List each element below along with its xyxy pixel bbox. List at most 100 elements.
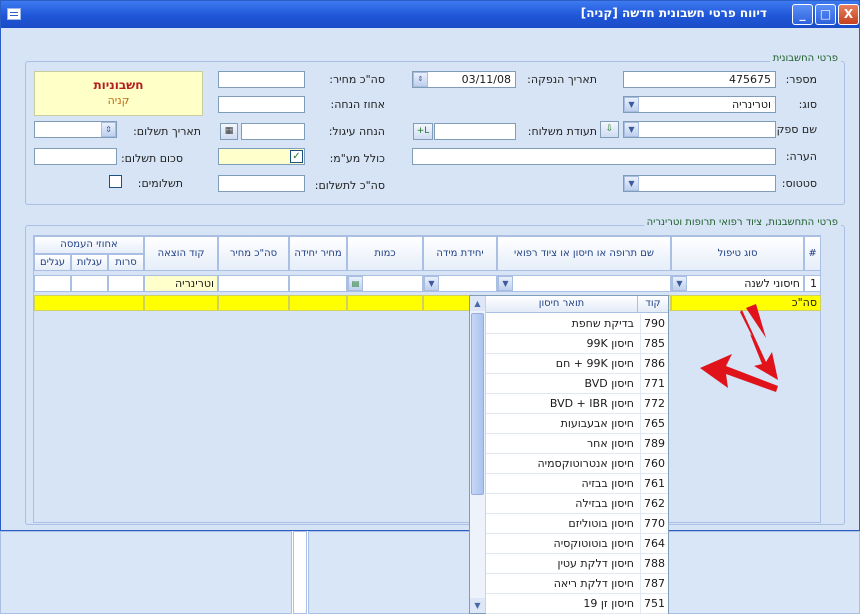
total-price-field[interactable] (218, 71, 305, 88)
option-code: 786 (640, 354, 668, 373)
chevron-down-icon[interactable]: ▼ (498, 276, 513, 291)
dropdown-option[interactable]: 760 חיסון אנטרוטוקסמיה (486, 454, 668, 474)
unit-price-cell[interactable] (289, 275, 347, 292)
status-select[interactable]: ▼ (623, 175, 776, 192)
chevron-down-icon[interactable]: ▼ (672, 276, 687, 291)
vaccine-dropdown[interactable]: ▲ ▼ קוד תואר חיסון 790 בדיקת שחפת 785 חיסון… (469, 295, 669, 614)
option-desc: חיסון בוטוליזם (568, 517, 634, 530)
dropdown-option[interactable]: 785 חיסון 99K (486, 334, 668, 354)
dropdown-option[interactable]: 790 בדיקת שחפת (486, 314, 668, 334)
col-drug-name[interactable]: שם תרופה או חיסון או ציוד רפואי (497, 236, 671, 271)
scroll-down-icon[interactable]: ▼ (470, 598, 485, 613)
dropdown-option[interactable]: 788 חיסון דלקת עטין (486, 554, 668, 574)
status-box-subtitle: קניה (107, 94, 130, 107)
bottom-splitter[interactable] (293, 531, 307, 614)
dropdown-option[interactable]: 761 חיסון בבזיה (486, 474, 668, 494)
unit-cell[interactable]: ▼ (423, 275, 497, 292)
option-code: 787 (640, 574, 668, 593)
invoice-number-field[interactable]: 475675 (623, 71, 776, 88)
discount-pct-field[interactable] (218, 96, 305, 113)
type-value: וטרינריה (731, 98, 771, 111)
pay-date-field[interactable]: ⇕ (34, 121, 117, 138)
add-delivery-note-icon[interactable]: +L (413, 123, 433, 140)
option-desc: חיסון דלקת ריאה (553, 577, 634, 590)
dropdown-option[interactable]: 787 חיסון דלקת ריאה (486, 574, 668, 594)
payments-checkbox[interactable] (109, 175, 122, 188)
option-desc: חיסון BVD + IBR (549, 397, 634, 410)
calculator-icon[interactable]: ▦ (220, 123, 238, 140)
delivery-note-label: תעודת משלוח: (527, 125, 597, 138)
dropdown-option[interactable]: 772 חיסון BVD + IBR (486, 394, 668, 414)
col-total-price[interactable]: סה"כ מחיר (218, 236, 289, 271)
total-pay-field[interactable] (218, 175, 305, 192)
dropdown-option[interactable]: 789 חיסון אחר (486, 434, 668, 454)
note-field[interactable] (412, 148, 776, 165)
total-price-cell[interactable] (218, 275, 289, 292)
window-title: דיווח פרטי חשבונית חדשה [קניה] (580, 6, 767, 20)
dropdown-option[interactable]: 751 חיסון זן 19 (486, 594, 668, 614)
drug-name-cell[interactable]: ▼ (497, 275, 671, 292)
option-desc: בדיקת שחפת (571, 317, 634, 330)
pay-amount-field[interactable] (34, 148, 117, 165)
dropdown-option[interactable]: 764 חיסון בוטוטוקסיה (486, 534, 668, 554)
col-quantity[interactable]: כמות (347, 236, 423, 271)
option-code: 785 (640, 334, 668, 353)
pack-sub1-cell[interactable] (108, 275, 144, 292)
app-menu-icon[interactable] (7, 8, 21, 20)
dropdown-option[interactable]: 786 חיסון 99K + חם (486, 354, 668, 374)
vat-checkbox[interactable]: ✓ (290, 150, 303, 163)
maximize-button[interactable]: □ (815, 4, 836, 25)
chevron-down-icon[interactable]: ▼ (624, 176, 639, 191)
chevron-down-icon[interactable]: ▼ (424, 276, 439, 291)
status-label: סטטוס: (781, 177, 817, 190)
col-unit-price[interactable]: מחיר יחידה (289, 236, 347, 271)
spinner-icon[interactable]: ⇕ (413, 72, 428, 87)
option-desc: חיסון דלקת עטין (557, 557, 634, 570)
supplier-select[interactable]: ▼ (623, 121, 776, 138)
option-code: 765 (640, 414, 668, 433)
dropdown-option[interactable]: 771 חיסון BVD (486, 374, 668, 394)
spinner-icon[interactable]: ⇕ (101, 122, 116, 137)
issue-date-field[interactable]: 03/11/08 ⇕ (412, 71, 516, 88)
dropdown-option[interactable]: 770 חיסון בוטוליזם (486, 514, 668, 534)
dropdown-col-desc: תואר חיסון (486, 296, 638, 313)
delivery-note-field[interactable] (434, 123, 516, 140)
status-box-title: חשבוניות (93, 78, 144, 92)
pack-sub2-cell[interactable] (71, 275, 108, 292)
col-payment-type[interactable]: סוג טיפול (671, 236, 804, 271)
col-pack-sub1[interactable]: סרות (108, 254, 144, 271)
col-unit[interactable]: יחידת מידה (423, 236, 497, 271)
expense-code-cell[interactable]: וטרינריה (144, 275, 218, 292)
supplier-lookup-icon[interactable]: ⇩ (600, 121, 619, 138)
option-code: 764 (640, 534, 668, 553)
chevron-down-icon[interactable]: ▼ (624, 97, 639, 112)
red-arrow-icon (740, 304, 778, 380)
option-code: 761 (640, 474, 668, 493)
payment-type-cell[interactable]: חיסוני לשנה ▼ (671, 275, 804, 292)
minimize-button[interactable]: _ (792, 4, 813, 25)
scroll-thumb[interactable] (471, 313, 484, 495)
col-pack-sub2[interactable]: עגלות (71, 254, 108, 271)
close-button[interactable]: X (838, 4, 859, 25)
option-code: 790 (640, 314, 668, 333)
annotation-arrows (700, 304, 778, 392)
type-select[interactable]: וטרינריה ▼ (623, 96, 776, 113)
option-code: 751 (640, 594, 668, 613)
total-row-cell (34, 295, 144, 311)
total-row-cell (289, 295, 347, 311)
chevron-down-icon[interactable]: ▼ (624, 122, 639, 137)
pay-amount-label: סכום תשלום: (120, 152, 183, 165)
dropdown-option[interactable]: 765 חיסון אבעבועות (486, 414, 668, 434)
scroll-up-icon[interactable]: ▲ (470, 296, 485, 311)
col-pack-sub3[interactable]: עגלים (34, 254, 71, 271)
dropdown-scrollbar[interactable]: ▲ ▼ (470, 296, 486, 613)
discount-field[interactable] (241, 123, 305, 140)
calculator-icon[interactable]: ▤ (348, 276, 363, 291)
pack-sub3-cell[interactable] (34, 275, 71, 292)
quantity-cell[interactable]: ▤ (347, 275, 423, 292)
col-expense-code[interactable]: קוד הוצאה (144, 236, 218, 271)
date-label: תאריך הנפקה: (527, 73, 597, 86)
total-price-label: סה"כ מחיר: (329, 73, 385, 86)
title-bar[interactable]: X □ _ דיווח פרטי חשבונית חדשה [קניה] (1, 1, 859, 28)
dropdown-option[interactable]: 762 חיסון בבזילה (486, 494, 668, 514)
